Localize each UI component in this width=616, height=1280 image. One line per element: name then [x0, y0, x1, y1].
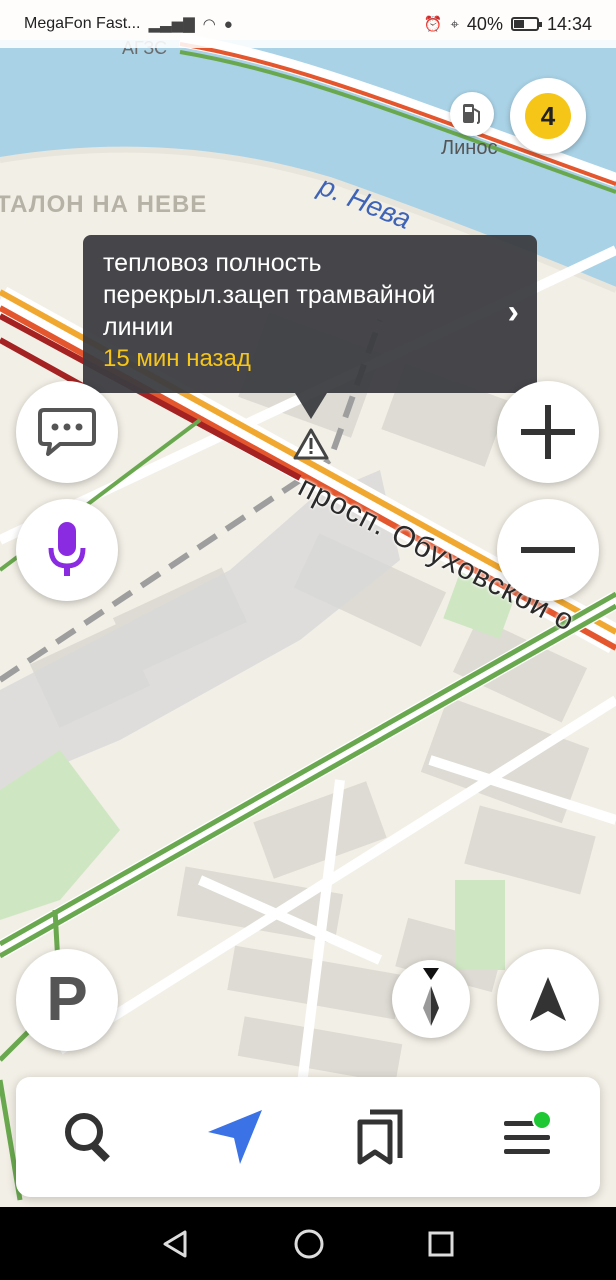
plus-icon	[521, 405, 575, 459]
linos-label: Линос	[441, 137, 498, 159]
carrier-name: MegaFon Fast...	[24, 15, 141, 32]
voice-search-button[interactable]	[16, 499, 118, 601]
home-icon[interactable]	[293, 1228, 325, 1260]
incident-tooltip[interactable]: тепловоз полность перекрыл.зацеп трамвай…	[83, 235, 537, 419]
compass-icon	[423, 968, 439, 1026]
compass-button[interactable]	[392, 960, 470, 1038]
complex-label: ТАЛОН НА НЕВЕ	[0, 191, 208, 218]
location-pin-icon: ⌖	[450, 15, 459, 33]
clock: 14:34	[546, 13, 592, 34]
battery-percent: 40%	[466, 13, 503, 34]
route-arrow-icon	[208, 1110, 262, 1164]
zoom-in-button[interactable]	[497, 381, 599, 483]
search-button[interactable]	[44, 1092, 134, 1182]
fuel-station-poi[interactable]	[450, 92, 494, 136]
system-nav-bar	[0, 1207, 616, 1280]
navigation-arrow-icon	[530, 977, 566, 1021]
tooltip-pointer	[295, 393, 327, 419]
battery-icon	[510, 17, 542, 31]
wifi-icon: ◠	[202, 16, 216, 33]
battery-level	[513, 20, 524, 28]
fuel-pump-icon	[463, 104, 480, 124]
status-bar: MegaFon Fast... ▂▃▅▇ ◠ ● ⏰ ⌖ 40% 14:34	[0, 0, 616, 48]
chevron-right-icon[interactable]: ›	[508, 293, 519, 332]
chat-bubble-icon	[38, 408, 96, 456]
incident-text: тепловоз полность перекрыл.зацеп трамвай…	[103, 249, 436, 341]
back-icon[interactable]	[161, 1229, 191, 1259]
search-icon	[65, 1113, 110, 1162]
recent-apps-icon[interactable]	[427, 1230, 455, 1258]
routes-button[interactable]	[190, 1092, 280, 1182]
signal-icon: ▂▃▅▇	[148, 16, 195, 33]
chat-button[interactable]	[16, 381, 118, 483]
alarm-icon: ⏰	[423, 16, 443, 33]
zoom-out-button[interactable]	[497, 499, 599, 601]
incident-time: 15 мин назад	[103, 345, 251, 372]
microphone-icon	[48, 522, 86, 576]
notification-icon: ●	[223, 15, 233, 33]
minus-icon	[521, 547, 575, 553]
notification-dot	[532, 1110, 552, 1130]
traffic-level-value: 4	[525, 93, 571, 139]
bookmarks-icon	[357, 1109, 403, 1165]
traffic-level-button[interactable]: 4	[510, 78, 586, 154]
my-location-button[interactable]	[497, 949, 599, 1051]
parking-icon: P	[46, 965, 88, 1034]
menu-button[interactable]	[482, 1092, 572, 1182]
parking-button[interactable]: P	[16, 949, 118, 1051]
bottom-toolbar	[16, 1077, 600, 1197]
bookmarks-button[interactable]	[336, 1092, 426, 1182]
